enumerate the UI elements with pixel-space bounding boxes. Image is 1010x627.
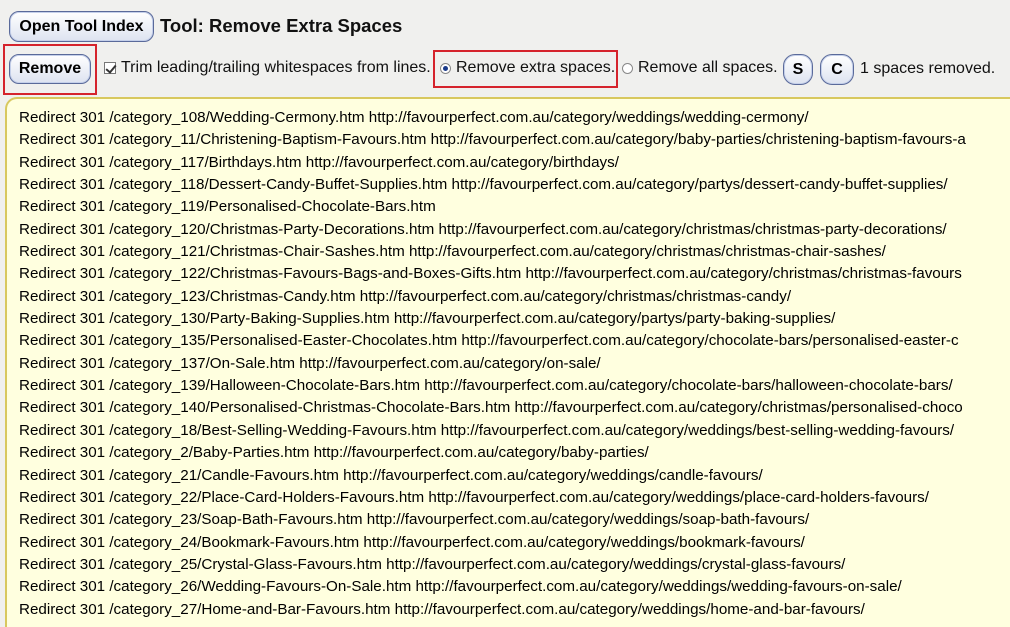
text-line: Redirect 301 /category_23/Soap-Bath-Favo… [19,511,810,529]
trim-whitespace-checkbox[interactable] [104,62,116,74]
c-button[interactable]: C [820,54,854,85]
open-tool-index-button[interactable]: Open Tool Index [9,11,154,42]
text-line: Redirect 301 /category_119/Personalised-… [19,198,436,216]
text-line: Redirect 301 /category_120/Christmas-Par… [19,220,947,238]
trim-whitespace-option[interactable]: Trim leading/trailing whitespaces from l… [104,59,431,77]
trim-whitespace-label: Trim leading/trailing whitespaces from l… [121,59,431,76]
text-line: Redirect 301 /category_140/Personalised-… [19,399,963,417]
remove-all-spaces-label: Remove all spaces. [638,59,778,76]
text-line: Redirect 301 /category_130/Party-Baking-… [19,310,836,328]
text-line: Redirect 301 /category_25/Crystal-Glass-… [19,555,846,573]
text-line: Redirect 301 /category_11/Christening-Ba… [19,131,966,149]
text-lines: Redirect 301 /category_108/Wedding-Cermo… [19,107,966,621]
text-line: Redirect 301 /category_108/Wedding-Cermo… [19,109,809,126]
text-line: Redirect 301 /category_118/Dessert-Candy… [19,176,948,194]
text-line: Redirect 301 /category_137/On-Sale.htm h… [19,354,601,372]
remove-all-spaces-radio[interactable] [622,62,633,74]
s-button[interactable]: S [783,54,813,85]
remove-extra-spaces-option[interactable]: Remove extra spaces. [440,59,615,77]
text-line: Redirect 301 /category_122/Christmas-Fav… [19,265,962,283]
remove-extra-spaces-label: Remove extra spaces. [456,59,616,76]
text-line: Redirect 301 /category_22/Place-Card-Hol… [19,488,929,506]
text-line: Redirect 301 /category_121/Christmas-Cha… [19,243,886,261]
text-line: Redirect 301 /category_2/Baby-Parties.ht… [19,444,649,462]
status-text: 1 spaces removed. [860,60,996,77]
page-title: Tool: Remove Extra Spaces [160,15,403,36]
remove-extra-spaces-radio[interactable] [440,62,451,74]
text-line: Redirect 301 /category_24/Bookmark-Favou… [19,533,805,551]
remove-button[interactable]: Remove [9,54,91,84]
text-line: Redirect 301 /category_123/Christmas-Can… [19,287,792,305]
text-line: Redirect 301 /category_139/Halloween-Cho… [19,377,953,395]
text-editor[interactable]: Redirect 301 /category_108/Wedding-Cermo… [5,97,1010,627]
text-line: Redirect 301 /category_135/Personalised-… [19,332,959,350]
remove-all-spaces-option[interactable]: Remove all spaces. [622,59,778,77]
text-line: Redirect 301 /category_18/Best-Selling-W… [19,421,955,439]
text-line: Redirect 301 /category_26/Wedding-Favour… [19,578,902,596]
text-line: Redirect 301 /category_21/Candle-Favours… [19,466,763,484]
text-line: Redirect 301 /category_117/Birthdays.htm… [19,153,619,171]
